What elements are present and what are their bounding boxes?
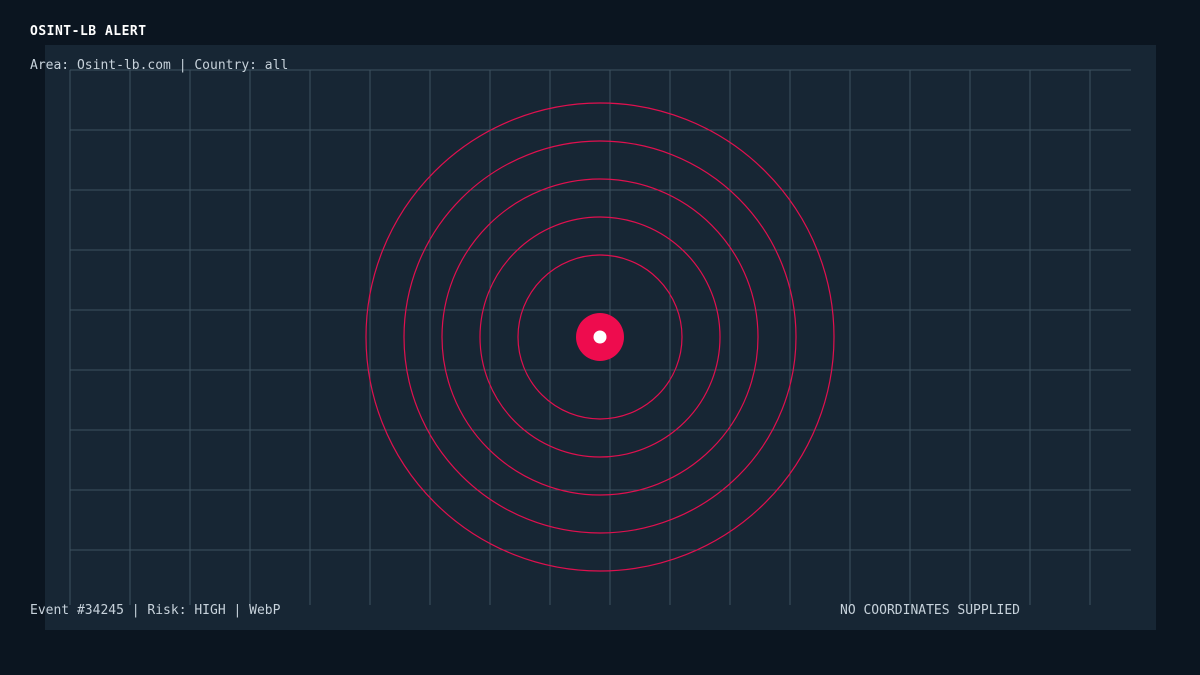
alert-marker-center [593, 330, 607, 344]
alert-title: OSINT-LB ALERT [30, 24, 147, 39]
radar-map [69, 69, 1131, 605]
coordinates-status: NO COORDINATES SUPPLIED [840, 603, 1021, 618]
area-country-label: Area: Osint-lb.com | Country: all [30, 58, 289, 73]
alert-page: OSINT-LB ALERT Area: Osint-lb.com | Coun… [0, 0, 1200, 675]
event-info: Event #34245 | Risk: HIGH | WebP [30, 603, 281, 618]
